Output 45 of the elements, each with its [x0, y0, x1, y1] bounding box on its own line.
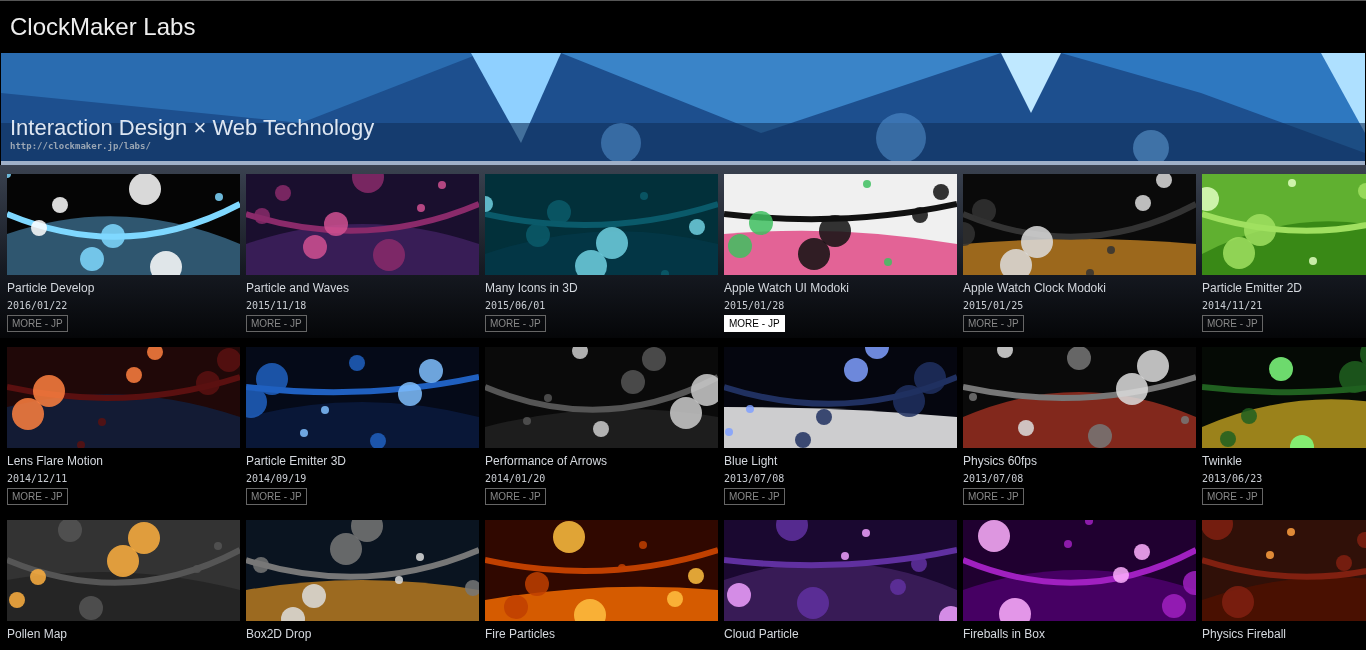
more-link[interactable]: MORE - JP: [724, 315, 785, 332]
project-date: 2014/09/19: [246, 473, 307, 484]
project-date: 2015/06/01: [485, 300, 546, 311]
project-date: 2015/01/25: [963, 300, 1024, 311]
more-link[interactable]: MORE - JP: [7, 315, 68, 332]
project-title: Twinkle: [1202, 454, 1242, 468]
more-link[interactable]: MORE - JP: [963, 315, 1024, 332]
project-date: 2013/07/08: [963, 473, 1024, 484]
project-date: 2014/12/11: [7, 473, 68, 484]
project-title: Box2D Drop: [246, 627, 312, 641]
project-title: Particle Develop: [7, 281, 95, 295]
more-link[interactable]: MORE - JP: [485, 315, 546, 332]
project-title: Particle Emitter 2D: [1202, 281, 1303, 295]
project-title: Cloud Particle: [724, 627, 799, 641]
project-title: Particle and Waves: [246, 281, 349, 295]
project-title: Lens Flare Motion: [7, 454, 104, 468]
more-link[interactable]: MORE - JP: [1202, 488, 1263, 505]
more-link[interactable]: MORE - JP: [724, 488, 785, 505]
project-title: Apple Watch UI Modoki: [724, 281, 849, 295]
project-title: Pollen Map: [7, 627, 68, 641]
project-title: Blue Light: [724, 454, 778, 468]
more-link[interactable]: MORE - JP: [246, 315, 307, 332]
project-title: Fireballs in Box: [963, 627, 1046, 641]
project-date: 2014/01/20: [485, 473, 546, 484]
project-date: 2016/01/22: [7, 300, 68, 311]
more-link[interactable]: MORE - JP: [963, 488, 1024, 505]
banner-headline: Interaction Design × Web Technology: [10, 115, 375, 141]
project-title: Physics Fireball: [1202, 627, 1287, 641]
project-title: Apple Watch Clock Modoki: [963, 281, 1106, 295]
project-date: 2013/07/08: [724, 473, 785, 484]
project-date: 2015/11/18: [246, 300, 307, 311]
more-link[interactable]: MORE - JP: [7, 488, 68, 505]
project-title: Performance of Arrows: [485, 454, 608, 468]
more-link[interactable]: MORE - JP: [246, 488, 307, 505]
project-date: 2014/11/21: [1202, 300, 1263, 311]
project-title: Particle Emitter 3D: [246, 454, 347, 468]
project-title: Fire Particles: [485, 627, 555, 641]
banner-url: http://clockmaker.jp/labs/: [10, 141, 152, 151]
more-link[interactable]: MORE - JP: [485, 488, 546, 505]
project-date: 2013/06/23: [1202, 473, 1263, 484]
project-title: Many Icons in 3D: [485, 281, 578, 295]
project-title: Physics 60fps: [963, 454, 1038, 468]
more-link[interactable]: MORE - JP: [1202, 315, 1263, 332]
project-date: 2015/01/28: [724, 300, 785, 311]
site-title: ClockMaker Labs: [10, 13, 196, 41]
